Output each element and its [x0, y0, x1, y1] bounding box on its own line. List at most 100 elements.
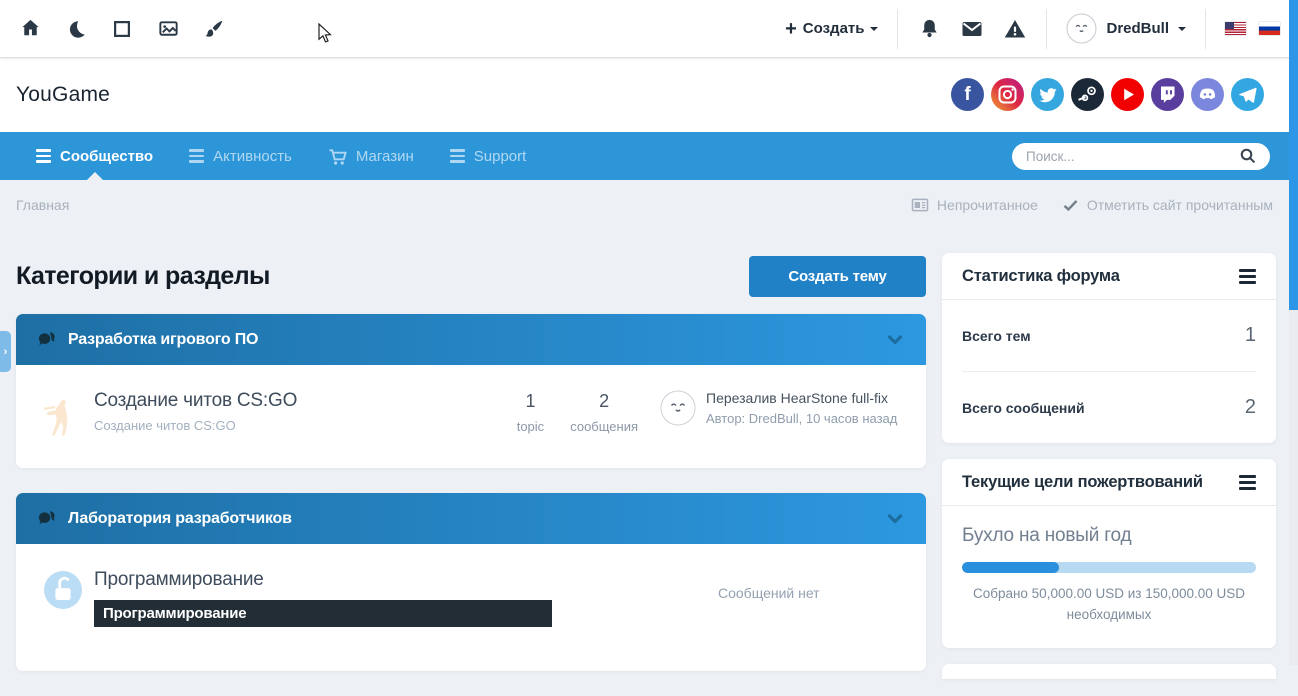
unlock-icon: [44, 571, 82, 609]
stat-row-topics: Всего тем 1: [962, 300, 1256, 371]
divider: [1046, 8, 1048, 49]
check-icon: [1062, 197, 1079, 214]
stat-value: 1: [525, 391, 536, 411]
mark-read-label: Отметить сайт прочитанным: [1086, 197, 1273, 213]
chevron-down-icon: [870, 26, 879, 35]
menu-bars-icon: [449, 149, 465, 163]
goal-name: Бухло на новый год: [962, 525, 1132, 546]
unread-icon: [911, 196, 929, 214]
theme-brush-icon[interactable]: [202, 17, 226, 41]
create-menu-button[interactable]: + Создать: [785, 17, 879, 40]
unread-link[interactable]: Непрочитанное: [911, 196, 1038, 214]
cart-icon: [328, 147, 347, 166]
user-avatar: [1066, 13, 1097, 44]
donation-body: Бухло на новый год Собрано 50,000.00 USD…: [942, 506, 1276, 648]
user-tools: + Создать DredBull: [785, 8, 1280, 49]
site-title[interactable]: YouGame: [16, 83, 110, 107]
messages-envelope-icon[interactable]: [960, 17, 984, 41]
forum-stats-widget: Статистика форума Всего тем 1 Всего сооб…: [942, 253, 1276, 443]
flag-ru-icon[interactable]: [1259, 22, 1280, 35]
donation-progress-text: Собрано 50,000.00 USD из 150,000.00 USD …: [972, 586, 1246, 622]
search-box: [1012, 142, 1270, 170]
quick-tools: [18, 17, 226, 41]
category-game-software: Разработка игрового ПО Создание читов CS…: [16, 314, 926, 468]
create-topic-button[interactable]: Создать тему: [749, 256, 926, 297]
notification-group: [917, 17, 1027, 41]
nav-tab-community[interactable]: Сообщество: [18, 132, 171, 180]
last-post: Перезалив HearStone full-fix Автор: Dred…: [660, 390, 910, 429]
unread-label: Непрочитанное: [936, 197, 1038, 213]
sidebar-toggle-arrow[interactable]: ›: [0, 331, 11, 372]
page-title: Категории и разделы: [16, 262, 270, 290]
nav-tab-activity[interactable]: Активность: [171, 132, 310, 180]
chevron-down-icon[interactable]: [884, 508, 906, 530]
forum-main: Создание читов CS:GO Создание читов CS:G…: [94, 390, 517, 433]
forum-icon-col: [32, 390, 94, 444]
layout-width-icon[interactable]: [110, 17, 134, 41]
forum-icon-col: [32, 569, 94, 609]
scrollbar-thumb[interactable]: [1289, 0, 1298, 310]
stat-row-label: Всего тем: [962, 327, 1031, 344]
main-navigation: Сообщество Активность Магазин Support: [0, 132, 1298, 180]
forum-title[interactable]: Создание читов CS:GO: [94, 390, 507, 412]
chevron-down-icon: [1178, 26, 1186, 35]
breadcrumb-actions: Непрочитанное Отметить сайт прочитанным: [911, 196, 1282, 214]
flag-us-icon[interactable]: [1225, 22, 1246, 35]
account-menu[interactable]: DredBull: [1066, 13, 1186, 44]
background-image-icon[interactable]: [156, 17, 180, 41]
stat-row-label: Всего сообщений: [962, 399, 1085, 416]
twitch-icon[interactable]: [1151, 78, 1184, 111]
widget-menu-icon[interactable]: [1239, 475, 1256, 490]
category-header[interactable]: Лаборатория разработчиков: [16, 493, 926, 544]
stat-row-messages: Всего сообщений 2: [962, 371, 1256, 443]
discord-icon[interactable]: [1191, 78, 1224, 111]
facebook-icon[interactable]: f: [951, 78, 984, 111]
widget-menu-icon[interactable]: [1239, 269, 1256, 284]
stat-row-value: 2: [1244, 396, 1256, 418]
category-body: Программирование Программирование Сообще…: [16, 544, 926, 671]
forum-row-csgo-cheats: Создание читов CS:GO Создание читов CS:G…: [16, 365, 926, 468]
last-post-info: Перезалив HearStone full-fix Автор: Dred…: [706, 390, 897, 429]
breadcrumb-home[interactable]: Главная: [16, 197, 69, 213]
widget-title: Текущие цели пожертвований: [962, 473, 1203, 491]
forum-stats: 1 topic 2 сообщения: [517, 390, 638, 434]
widget-header: Статистика форума: [942, 253, 1276, 300]
category-body: Создание читов CS:GO Создание читов CS:G…: [16, 365, 926, 468]
notifications-bell-icon[interactable]: [917, 17, 941, 41]
stat-messages: 2 сообщения: [570, 391, 638, 434]
youtube-icon[interactable]: [1111, 78, 1144, 111]
language-flags: [1225, 22, 1280, 35]
csgo-soldier-icon: [37, 392, 89, 444]
page-body: Категории и разделы Создать тему Разрабо…: [0, 230, 1298, 696]
forum-title[interactable]: Программирование: [94, 569, 650, 591]
forum-description: Создание читов CS:GO: [94, 418, 236, 433]
top-utility-bar: + Создать DredBull: [0, 0, 1298, 57]
plus-icon: +: [785, 17, 797, 40]
twitter-icon[interactable]: [1031, 78, 1064, 111]
dark-mode-moon-icon[interactable]: [64, 17, 88, 41]
nav-tab-support[interactable]: Support: [432, 132, 545, 180]
next-widget-stub: [942, 663, 1276, 679]
menu-bars-icon: [36, 149, 51, 163]
home-icon[interactable]: [18, 17, 42, 41]
mark-read-link[interactable]: Отметить сайт прочитанным: [1062, 197, 1273, 214]
instagram-icon[interactable]: [991, 78, 1024, 111]
forum-page: { "topbar": { "create_label": "Создать",…: [0, 0, 1298, 679]
nav-tab-shop[interactable]: Магазин: [310, 132, 432, 180]
donation-progress-bar: [962, 562, 1256, 573]
steam-icon[interactable]: [1071, 78, 1104, 111]
chat-bubbles-icon: [36, 329, 57, 350]
nav-label: Магазин: [355, 147, 414, 165]
chevron-down-icon[interactable]: [884, 329, 906, 351]
page-scrollbar[interactable]: [1289, 0, 1298, 665]
telegram-icon[interactable]: [1231, 78, 1264, 111]
search-icon[interactable]: [1239, 147, 1258, 166]
alerts-warning-icon[interactable]: [1003, 17, 1027, 41]
main-content: Категории и разделы Создать тему Разрабо…: [16, 230, 926, 696]
last-post-title[interactable]: Перезалив HearStone full-fix: [706, 390, 897, 406]
search-input[interactable]: [1026, 148, 1239, 164]
category-header[interactable]: Разработка игрового ПО: [16, 314, 926, 365]
username: DredBull: [1106, 20, 1169, 37]
last-post-avatar[interactable]: [660, 390, 696, 426]
forum-description-redacted: Программирование: [94, 600, 552, 627]
